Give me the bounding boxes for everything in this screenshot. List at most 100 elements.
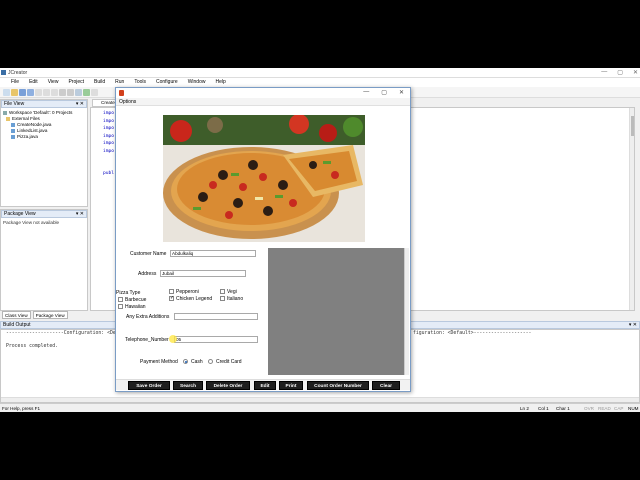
dialog-maximize-button[interactable]: ▢ [381, 89, 387, 96]
chicken-legend-checkbox[interactable] [169, 295, 174, 301]
clear-button[interactable]: Clear [372, 381, 400, 390]
paste-icon[interactable] [51, 88, 58, 96]
menu-project[interactable]: Project [63, 78, 89, 87]
credit-card-radio[interactable] [208, 359, 213, 364]
ide-menubar: File Edit View Project Build Run Tools C… [0, 78, 640, 87]
dialog-titlebar: — ▢ ✕ [116, 88, 410, 98]
menu-help[interactable]: Help [210, 78, 230, 87]
panel-pin-close-icon[interactable]: ▾ ✕ [76, 101, 84, 107]
pizza-type-label: Pizza Type [116, 290, 141, 296]
status-ovr: OVR [584, 406, 594, 411]
package-view-title: Package View ▾ ✕ [1, 210, 87, 218]
code-line: impo [103, 126, 115, 131]
save-icon[interactable] [19, 88, 26, 96]
file-node-pizza[interactable]: Pizza.java [3, 134, 87, 140]
panel-pin-close-icon[interactable]: ▾ ✕ [76, 211, 84, 217]
order-display-area[interactable] [268, 248, 404, 375]
file-view-title: File View ▾ ✕ [1, 100, 87, 108]
ide-titlebar: JCreator — ▢ ✕ [0, 68, 640, 78]
menu-tools[interactable]: Tools [129, 78, 151, 87]
save-order-button[interactable]: Save Order [128, 381, 170, 390]
search-button[interactable]: Search [173, 381, 203, 390]
hawaiian-checkbox[interactable] [118, 304, 123, 309]
pizza-photo [163, 115, 365, 242]
menu-options[interactable]: Options [119, 99, 136, 105]
editor-scrollbar[interactable] [629, 108, 634, 310]
build-output-line: figuration: <Default>-------------------… [413, 331, 532, 336]
address-label: Address [138, 271, 157, 277]
cut-icon[interactable] [35, 88, 42, 96]
payment-method-label: Payment Method [140, 359, 178, 365]
status-help-text: For Help, press F1 [2, 406, 41, 411]
extra-additions-field[interactable] [174, 313, 258, 320]
edit-button[interactable]: Edit [254, 381, 276, 390]
print-button[interactable]: Print [279, 381, 303, 390]
save-all-icon[interactable] [27, 88, 34, 96]
menu-window[interactable]: Window [183, 78, 211, 87]
status-cap: CAP [614, 406, 624, 411]
status-line: Ln 2 [520, 406, 529, 411]
customer-name-field[interactable]: Abdulkaliq [170, 250, 256, 257]
code-line: impo [103, 148, 115, 154]
hawaiian-label: Hawaiian [125, 304, 146, 310]
package-view-message: Package View not available [3, 220, 60, 225]
package-view-panel: Package View ▾ ✕ Package View not availa… [0, 209, 88, 311]
menu-run[interactable]: Run [110, 78, 129, 87]
barbecue-checkbox[interactable] [118, 297, 123, 302]
open-folder-icon[interactable] [11, 88, 18, 96]
count-order-number-button[interactable]: Count Order Number [307, 381, 369, 390]
redo-icon[interactable] [67, 88, 74, 96]
tab-package-view[interactable]: Package View [32, 311, 68, 319]
code-line: impo [103, 118, 115, 124]
menu-edit[interactable]: Edit [24, 78, 43, 87]
customer-name-label: Customer Name [130, 251, 167, 257]
vegi-label: Vegi [227, 289, 237, 295]
italiano-label: Italiano [227, 296, 244, 302]
build-output-scrollbar[interactable] [1, 397, 639, 402]
barbecue-label: Barbecue [125, 297, 147, 303]
build-output-line: Process completed. [6, 344, 58, 349]
dialog-button-row: Save Order Search Delete Order Edit Prin… [116, 379, 410, 390]
run-icon[interactable] [91, 88, 98, 96]
pizza-image [163, 115, 365, 242]
ide-minimize-button[interactable]: — [601, 69, 607, 76]
pepperoni-label: Pepperoni [176, 289, 199, 295]
italiano-checkbox[interactable] [220, 296, 225, 301]
jcreator-app-icon [1, 70, 6, 75]
cash-radio[interactable] [183, 359, 188, 364]
menu-view[interactable]: View [43, 78, 64, 87]
menu-file[interactable]: File [6, 78, 24, 87]
new-file-icon[interactable] [3, 88, 10, 96]
order-display-scrollbar[interactable] [404, 248, 409, 375]
desktop-screen: JCreator — ▢ ✕ File Edit View Project Bu… [0, 68, 640, 412]
find-icon[interactable] [75, 88, 82, 96]
code-line: impo [103, 111, 115, 116]
java-file-icon [11, 128, 15, 133]
copy-icon[interactable] [43, 88, 50, 96]
java-file-icon [11, 122, 15, 127]
credit-card-label: Credit Card [216, 359, 242, 365]
menu-configure[interactable]: Configure [151, 78, 183, 87]
undo-icon[interactable] [59, 88, 66, 96]
tab-class-view[interactable]: Class View [2, 311, 31, 319]
chicken-legend-label: Chicken Legend [176, 296, 213, 302]
panel-pin-close-icon[interactable]: ▾ ✕ [629, 322, 637, 328]
code-line: publ [103, 171, 115, 176]
dialog-close-button[interactable]: ✕ [399, 89, 404, 96]
delete-order-button[interactable]: Delete Order [206, 381, 250, 390]
menu-build[interactable]: Build [89, 78, 110, 87]
compile-icon[interactable] [83, 88, 90, 96]
status-read: READ [598, 406, 611, 411]
workspace-icon [3, 110, 7, 115]
mouse-cursor-highlight [169, 335, 177, 343]
java-cup-icon [119, 90, 124, 96]
vegi-checkbox[interactable] [220, 289, 225, 294]
ide-maximize-button[interactable]: ▢ [617, 69, 623, 76]
status-bar: For Help, press F1 Ln 2 Col 1 Char 1 OVR… [0, 403, 640, 412]
telephone-field[interactable]: 05 [174, 336, 258, 343]
ide-close-button[interactable]: ✕ [633, 69, 638, 76]
dialog-minimize-button[interactable]: — [363, 89, 369, 96]
address-field[interactable]: Jubail [160, 270, 246, 277]
pepperoni-checkbox[interactable] [169, 289, 174, 294]
